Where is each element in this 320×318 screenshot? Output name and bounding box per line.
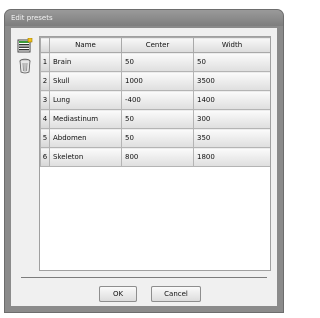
table-row[interactable]: 6 Skeleton 800 1800 [40, 147, 270, 167]
window-bottom-border [11, 306, 277, 312]
table-row[interactable]: 5 Abdomen 50 350 [40, 128, 270, 148]
footer-divider [21, 277, 267, 278]
center-cell[interactable]: -400 [121, 90, 194, 110]
center-cell[interactable]: 800 [121, 147, 194, 167]
edit-presets-window: Edit presets Name Center Width 1 Brain 5… [5, 10, 283, 312]
table-row[interactable]: 3 Lung -400 1400 [40, 90, 270, 110]
header-row: Name Center Width [40, 37, 270, 53]
center-cell[interactable]: 1000 [121, 71, 194, 91]
table-row[interactable]: 1 Brain 50 50 [40, 52, 270, 72]
row-number: 2 [40, 71, 50, 91]
center-cell[interactable]: 50 [121, 109, 194, 129]
width-cell[interactable]: 1400 [193, 90, 270, 110]
center-cell[interactable]: 50 [121, 128, 194, 148]
column-header-width[interactable]: Width [193, 37, 270, 53]
width-cell[interactable]: 300 [193, 109, 270, 129]
row-number: 5 [40, 128, 50, 148]
name-cell[interactable]: Skeleton [49, 147, 122, 167]
column-header-center[interactable]: Center [121, 37, 194, 53]
name-cell[interactable]: Abdomen [49, 128, 122, 148]
presets-table: Name Center Width 1 Brain 50 50 2 Skull [40, 37, 270, 167]
column-header-name[interactable]: Name [49, 37, 122, 53]
row-number: 4 [40, 109, 50, 129]
table-row[interactable]: 2 Skull 1000 3500 [40, 71, 270, 91]
window-title: Edit presets [11, 14, 53, 22]
row-number: 1 [40, 52, 50, 72]
row-number: 6 [40, 147, 50, 167]
preset-toolbar [17, 37, 37, 78]
list-edit-icon[interactable] [17, 37, 33, 54]
width-cell[interactable]: 3500 [193, 71, 270, 91]
dialog-body: Name Center Width 1 Brain 50 50 2 Skull [11, 28, 277, 306]
width-cell[interactable]: 50 [193, 52, 270, 72]
ok-button[interactable]: OK [99, 286, 137, 302]
name-cell[interactable]: Lung [49, 90, 122, 110]
cancel-button[interactable]: Cancel [151, 286, 201, 302]
trash-icon[interactable] [17, 58, 33, 74]
table-row[interactable]: 4 Mediastinum 50 300 [40, 109, 270, 129]
name-cell[interactable]: Skull [49, 71, 122, 91]
title-bar[interactable]: Edit presets [5, 10, 283, 26]
width-cell[interactable]: 350 [193, 128, 270, 148]
corner-cell [40, 37, 50, 53]
row-number: 3 [40, 90, 50, 110]
name-cell[interactable]: Mediastinum [49, 109, 122, 129]
name-cell[interactable]: Brain [49, 52, 122, 72]
center-cell[interactable]: 50 [121, 52, 194, 72]
presets-grid[interactable]: Name Center Width 1 Brain 50 50 2 Skull [39, 36, 271, 271]
width-cell[interactable]: 1800 [193, 147, 270, 167]
